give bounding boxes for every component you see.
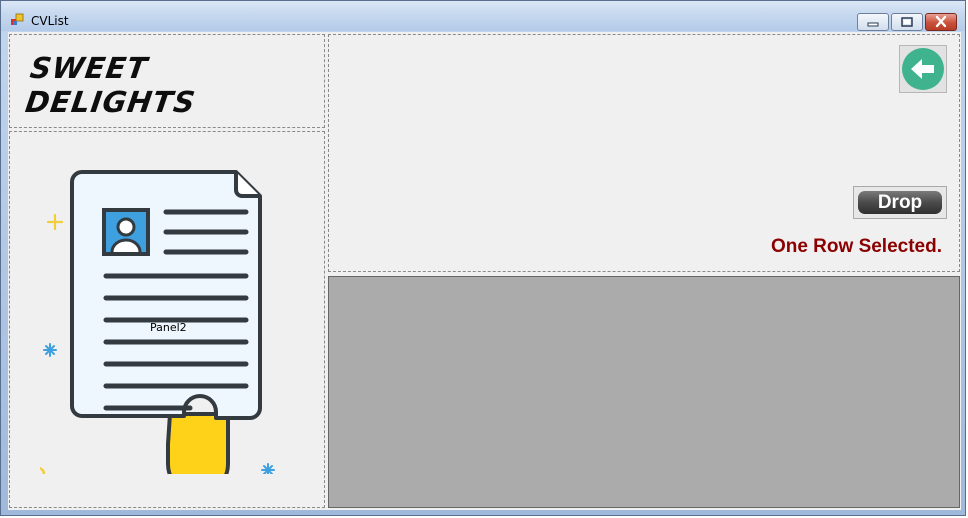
drop-button[interactable]: Drop	[853, 186, 947, 219]
back-button[interactable]	[899, 45, 947, 93]
maximize-icon	[901, 17, 913, 27]
resume-document-illustration	[40, 170, 275, 474]
minimize-icon	[867, 22, 879, 27]
status-label: One Row Selected.	[770, 236, 942, 257]
minimize-button[interactable]	[857, 13, 889, 31]
image-panel: Panel2	[9, 131, 325, 508]
window-title: CVList	[31, 14, 69, 28]
close-button[interactable]	[925, 13, 957, 31]
form-client-area: SWEET DELIGHTS Panel2 Drop One Row Selec…	[8, 32, 961, 510]
maximize-button[interactable]	[891, 13, 923, 31]
brand-panel: SWEET DELIGHTS	[9, 34, 325, 128]
arrow-left-icon	[902, 48, 944, 90]
title-bar[interactable]: CVList	[1, 1, 965, 31]
panel-name-label: Panel2	[150, 321, 187, 334]
actions-panel: Drop One Row Selected.	[328, 34, 960, 272]
drop-button-label: Drop	[858, 191, 942, 214]
data-grid[interactable]	[328, 276, 960, 508]
window: CVList SWEET DELIGHTS Panel2 Drop One Ro…	[0, 0, 966, 516]
app-icon	[11, 13, 24, 25]
brand-title: SWEET DELIGHTS	[23, 51, 198, 119]
close-icon	[935, 15, 947, 28]
